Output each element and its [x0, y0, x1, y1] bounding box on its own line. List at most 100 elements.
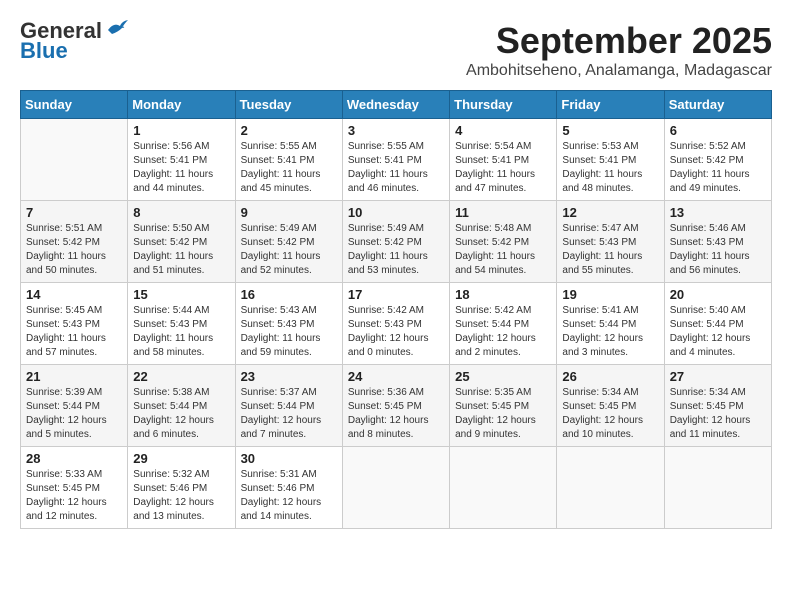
day-number: 26 [562, 369, 658, 384]
calendar-cell: 15 Sunrise: 5:44 AMSunset: 5:43 PMDayligh… [128, 283, 235, 365]
weekday-header: Sunday [21, 91, 128, 119]
calendar-cell [557, 447, 664, 529]
day-info: Sunrise: 5:35 AMSunset: 5:45 PMDaylight:… [455, 386, 551, 442]
day-number: 11 [455, 205, 551, 220]
calendar-cell: 13 Sunrise: 5:46 AMSunset: 5:43 PMDayligh… [664, 201, 771, 283]
day-info: Sunrise: 5:42 AMSunset: 5:44 PMDaylight:… [455, 304, 551, 360]
calendar-week-row: 28 Sunrise: 5:33 AMSunset: 5:45 PMDayligh… [21, 447, 772, 529]
calendar-cell: 9Sunrise: 5:49 AMSunset: 5:42 PMDaylight… [235, 201, 342, 283]
calendar-cell: 12 Sunrise: 5:47 AMSunset: 5:43 PMDayligh… [557, 201, 664, 283]
day-info: Sunrise: 5:42 AMSunset: 5:43 PMDaylight:… [348, 304, 444, 360]
calendar-cell [342, 447, 449, 529]
calendar-cell: 16Sunrise: 5:43 AMSunset: 5:43 PMDayligh… [235, 283, 342, 365]
day-number: 2 [241, 123, 337, 138]
day-info: Sunrise: 5:50 AMSunset: 5:42 PMDaylight:… [133, 222, 229, 278]
header-row: SundayMondayTuesdayWednesdayThursdayFrid… [21, 91, 772, 119]
weekday-header: Saturday [664, 91, 771, 119]
weekday-header: Wednesday [342, 91, 449, 119]
day-info: Sunrise: 5:39 AMSunset: 5:44 PMDaylight:… [26, 386, 122, 442]
day-number: 24 [348, 369, 444, 384]
logo: General Blue [20, 20, 128, 64]
calendar-cell: 4 Sunrise: 5:54 AMSunset: 5:41 PMDaylight… [450, 119, 557, 201]
day-info: Sunrise: 5:56 AMSunset: 5:41 PMDaylight:… [133, 140, 229, 196]
day-number: 6 [670, 123, 766, 138]
calendar-cell: 30Sunrise: 5:31 AMSunset: 5:46 PMDayligh… [235, 447, 342, 529]
location-subtitle: Ambohitseheno, Analamanga, Madagascar [466, 62, 772, 80]
day-number: 16 [241, 287, 337, 302]
calendar-cell [21, 119, 128, 201]
day-number: 3 [348, 123, 444, 138]
day-number: 22 [133, 369, 229, 384]
day-info: Sunrise: 5:33 AMSunset: 5:45 PMDaylight:… [26, 468, 122, 524]
calendar-cell: 10 Sunrise: 5:49 AMSunset: 5:42 PMDayligh… [342, 201, 449, 283]
day-info: Sunrise: 5:53 AMSunset: 5:41 PMDaylight:… [562, 140, 658, 196]
day-info: Sunrise: 5:55 AMSunset: 5:41 PMDaylight:… [348, 140, 444, 196]
calendar-cell: 3 Sunrise: 5:55 AMSunset: 5:41 PMDaylight… [342, 119, 449, 201]
day-number: 28 [26, 451, 122, 466]
page-header: General Blue September 2025 Ambohitsehen… [20, 20, 772, 80]
calendar-cell: 18 Sunrise: 5:42 AMSunset: 5:44 PMDayligh… [450, 283, 557, 365]
day-info: Sunrise: 5:32 AMSunset: 5:46 PMDaylight:… [133, 468, 229, 524]
calendar-cell: 27 Sunrise: 5:34 AMSunset: 5:45 PMDayligh… [664, 365, 771, 447]
calendar-cell: 1Sunrise: 5:56 AMSunset: 5:41 PMDaylight… [128, 119, 235, 201]
day-info: Sunrise: 5:45 AMSunset: 5:43 PMDaylight:… [26, 304, 122, 360]
day-number: 12 [562, 205, 658, 220]
weekday-header: Tuesday [235, 91, 342, 119]
calendar-cell: 20 Sunrise: 5:40 AMSunset: 5:44 PMDayligh… [664, 283, 771, 365]
day-info: Sunrise: 5:40 AMSunset: 5:44 PMDaylight:… [670, 304, 766, 360]
day-number: 15 [133, 287, 229, 302]
day-number: 18 [455, 287, 551, 302]
weekday-header: Monday [128, 91, 235, 119]
calendar-cell: 11 Sunrise: 5:48 AMSunset: 5:42 PMDayligh… [450, 201, 557, 283]
day-number: 17 [348, 287, 444, 302]
day-number: 20 [670, 287, 766, 302]
logo-blue: Blue [20, 38, 68, 64]
day-number: 4 [455, 123, 551, 138]
title-section: September 2025 Ambohitseheno, Analamanga… [466, 20, 772, 80]
calendar-cell: 28 Sunrise: 5:33 AMSunset: 5:45 PMDayligh… [21, 447, 128, 529]
day-info: Sunrise: 5:54 AMSunset: 5:41 PMDaylight:… [455, 140, 551, 196]
calendar-cell: 2 Sunrise: 5:55 AMSunset: 5:41 PMDaylight… [235, 119, 342, 201]
day-info: Sunrise: 5:47 AMSunset: 5:43 PMDaylight:… [562, 222, 658, 278]
calendar-week-row: 21 Sunrise: 5:39 AMSunset: 5:44 PMDayligh… [21, 365, 772, 447]
day-info: Sunrise: 5:44 AMSunset: 5:43 PMDaylight:… [133, 304, 229, 360]
calendar-cell: 5Sunrise: 5:53 AMSunset: 5:41 PMDaylight… [557, 119, 664, 201]
day-info: Sunrise: 5:37 AMSunset: 5:44 PMDaylight:… [241, 386, 337, 442]
day-info: Sunrise: 5:34 AMSunset: 5:45 PMDaylight:… [562, 386, 658, 442]
calendar-cell: 29Sunrise: 5:32 AMSunset: 5:46 PMDayligh… [128, 447, 235, 529]
day-number: 8 [133, 205, 229, 220]
day-number: 25 [455, 369, 551, 384]
calendar-cell: 14 Sunrise: 5:45 AMSunset: 5:43 PMDayligh… [21, 283, 128, 365]
calendar-cell: 19Sunrise: 5:41 AMSunset: 5:44 PMDayligh… [557, 283, 664, 365]
day-number: 21 [26, 369, 122, 384]
day-number: 13 [670, 205, 766, 220]
calendar-cell: 6 Sunrise: 5:52 AMSunset: 5:42 PMDaylight… [664, 119, 771, 201]
calendar-cell: 22 Sunrise: 5:38 AMSunset: 5:44 PMDayligh… [128, 365, 235, 447]
day-info: Sunrise: 5:31 AMSunset: 5:46 PMDaylight:… [241, 468, 337, 524]
day-number: 19 [562, 287, 658, 302]
calendar-cell: 21 Sunrise: 5:39 AMSunset: 5:44 PMDayligh… [21, 365, 128, 447]
calendar-week-row: 7 Sunrise: 5:51 AMSunset: 5:42 PMDaylight… [21, 201, 772, 283]
day-info: Sunrise: 5:48 AMSunset: 5:42 PMDaylight:… [455, 222, 551, 278]
calendar-cell: 24 Sunrise: 5:36 AMSunset: 5:45 PMDayligh… [342, 365, 449, 447]
day-number: 27 [670, 369, 766, 384]
day-info: Sunrise: 5:49 AMSunset: 5:42 PMDaylight:… [348, 222, 444, 278]
calendar-cell: 8 Sunrise: 5:50 AMSunset: 5:42 PMDaylight… [128, 201, 235, 283]
day-info: Sunrise: 5:36 AMSunset: 5:45 PMDaylight:… [348, 386, 444, 442]
month-title: September 2025 [466, 20, 772, 62]
day-number: 7 [26, 205, 122, 220]
day-info: Sunrise: 5:51 AMSunset: 5:42 PMDaylight:… [26, 222, 122, 278]
day-info: Sunrise: 5:55 AMSunset: 5:41 PMDaylight:… [241, 140, 337, 196]
calendar-cell: 7 Sunrise: 5:51 AMSunset: 5:42 PMDaylight… [21, 201, 128, 283]
day-info: Sunrise: 5:52 AMSunset: 5:42 PMDaylight:… [670, 140, 766, 196]
weekday-header: Friday [557, 91, 664, 119]
day-info: Sunrise: 5:46 AMSunset: 5:43 PMDaylight:… [670, 222, 766, 278]
day-info: Sunrise: 5:38 AMSunset: 5:44 PMDaylight:… [133, 386, 229, 442]
day-number: 14 [26, 287, 122, 302]
day-number: 10 [348, 205, 444, 220]
day-info: Sunrise: 5:34 AMSunset: 5:45 PMDaylight:… [670, 386, 766, 442]
day-number: 9 [241, 205, 337, 220]
calendar-table: SundayMondayTuesdayWednesdayThursdayFrid… [20, 90, 772, 529]
calendar-week-row: 1Sunrise: 5:56 AMSunset: 5:41 PMDaylight… [21, 119, 772, 201]
calendar-cell [664, 447, 771, 529]
